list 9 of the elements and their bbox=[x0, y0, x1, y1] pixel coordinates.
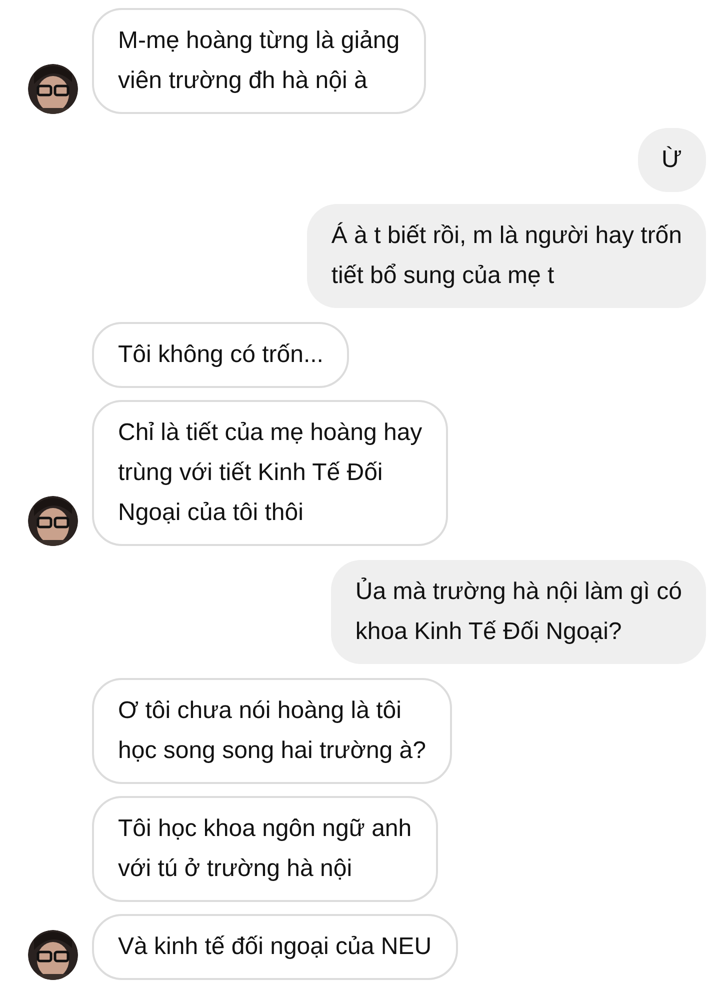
message-bubble: M-mẹ hoàng từng là giảng viên trường đh hà nội à bbox=[92, 8, 426, 114]
message-bubble: Chỉ là tiết của mẹ hoàng hay trùng với tiết Kinh Tế Đối Ngoại của tôi thôi bbox=[92, 400, 448, 546]
message-bubble: Tôi không có trốn... bbox=[92, 322, 350, 388]
message-bubble: Ủa mà trường hà nội làm gì có khoa Kinh Tế Đối Ngoại? bbox=[331, 560, 706, 664]
message-bubble: Ừ bbox=[638, 128, 706, 192]
message-bubble: Ơ tôi chưa nói hoàng là tôi học song song hai trường à? bbox=[92, 678, 452, 784]
message-bubble: Tôi học khoa ngôn ngữ anh với tú ở trường hà nội bbox=[92, 796, 438, 902]
message-bubble: Á à t biết rồi, m là người hay trốn tiết bổ sung của mẹ t bbox=[307, 204, 706, 308]
message-bubble: Và kinh tế đối ngoại của NEU bbox=[92, 914, 458, 980]
